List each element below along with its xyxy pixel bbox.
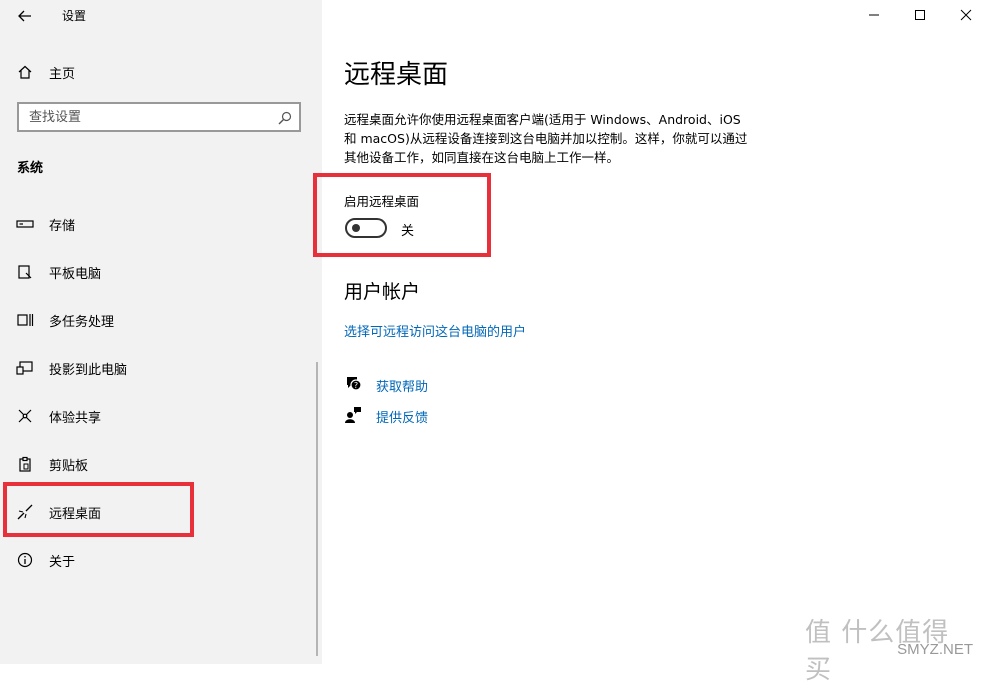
toggle-label: 启用远程桌面 [344, 194, 420, 209]
sidebar-item-label: 剪贴板 [49, 458, 89, 474]
minimize-button[interactable] [851, 0, 897, 30]
feedback-link[interactable]: 提供反馈 [376, 407, 428, 426]
sidebar-item-remote-desktop[interactable]: 远程桌面 [0, 492, 310, 532]
close-icon [960, 9, 972, 21]
maximize-button[interactable] [897, 0, 943, 30]
sidebar-item-clipboard[interactable]: 剪贴板 [0, 444, 310, 484]
sidebar: 设置 主页 系统 存储 平板 [0, 0, 322, 664]
sidebar-item-label: 体验共享 [49, 410, 102, 426]
close-button[interactable] [943, 0, 985, 30]
main-content: 远程桌面 远程桌面允许你使用远程桌面客户端(适用于 Windows、Androi… [322, 0, 985, 664]
sidebar-item-projecting[interactable]: 投影到此电脑 [0, 348, 310, 388]
get-help-link[interactable]: 获取帮助 [376, 376, 428, 395]
get-help-icon: ? [347, 377, 362, 391]
search-input[interactable] [19, 104, 271, 130]
description-line: 其他设备工作，如同直接在这台电脑上工作一样。 [344, 150, 620, 165]
sidebar-item-about[interactable]: 关于 [0, 540, 310, 580]
sidebar-scrollbar[interactable] [316, 362, 318, 656]
sidebar-item-label: 平板电脑 [49, 266, 102, 282]
description-line: 远程桌面允许你使用远程桌面客户端(适用于 Windows、Android、iOS [344, 112, 741, 127]
sidebar-item-shared-experiences[interactable]: 体验共享 [0, 396, 310, 436]
watermark: 值 什么值得买 SMYZ.NET [805, 616, 975, 685]
projecting-icon [15, 358, 35, 378]
clipboard-icon [15, 454, 35, 474]
toggle-state: 关 [401, 224, 415, 239]
search-icon [278, 111, 292, 125]
multitasking-icon [15, 310, 35, 330]
minimize-icon [869, 14, 879, 16]
search-box[interactable] [17, 102, 301, 132]
sidebar-item-label: 主页 [49, 66, 76, 82]
description-line: 和 macOS)从远程设备连接到这台电脑并加以控制。这样，你就可以通过 [344, 131, 748, 146]
sidebar-item-label: 关于 [49, 554, 76, 570]
tablet-icon [15, 262, 35, 282]
back-button[interactable] [10, 4, 40, 28]
sidebar-item-label: 投影到此电脑 [49, 362, 128, 378]
info-icon [15, 550, 35, 570]
sidebar-item-label: 存储 [49, 218, 76, 234]
user-accounts-heading: 用户帐户 [344, 281, 421, 303]
maximize-icon [915, 10, 925, 20]
toggle-knob [352, 224, 360, 232]
remote-desktop-toggle[interactable] [345, 218, 387, 238]
page-title: 远程桌面 [344, 60, 449, 90]
sidebar-item-label: 多任务处理 [49, 314, 115, 330]
sidebar-item-storage[interactable]: 存储 [0, 204, 310, 244]
select-users-link[interactable]: 选择可远程访问这台电脑的用户 [344, 321, 526, 340]
sidebar-item-home[interactable]: 主页 [0, 52, 310, 92]
shared-experiences-icon [15, 406, 35, 426]
back-arrow-icon [18, 10, 31, 22]
section-title: 系统 [17, 161, 44, 176]
sidebar-item-label: 远程桌面 [49, 506, 102, 522]
description: 远程桌面允许你使用远程桌面客户端(适用于 Windows、Android、iOS… [344, 110, 794, 167]
app-title: 设置 [62, 9, 87, 23]
sidebar-item-tablet[interactable]: 平板电脑 [0, 252, 310, 292]
storage-icon [15, 214, 35, 234]
home-icon [15, 62, 35, 82]
feedback-icon [345, 407, 361, 423]
remote-desktop-icon [15, 502, 35, 522]
watermark-sub: SMYZ.NET [897, 641, 973, 658]
sidebar-item-multitasking[interactable]: 多任务处理 [0, 300, 310, 340]
svg-text:?: ? [354, 381, 358, 390]
